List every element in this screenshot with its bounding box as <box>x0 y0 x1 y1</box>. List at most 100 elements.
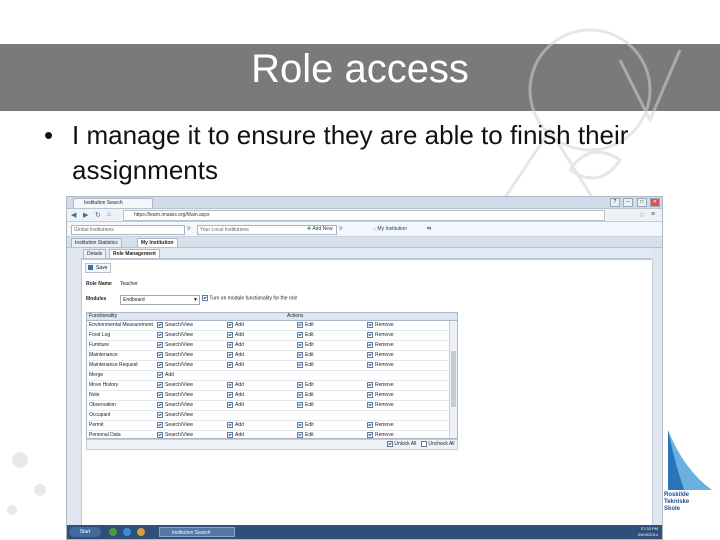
permission-checkbox[interactable]: Search/View <box>157 331 193 340</box>
tab-details[interactable]: Details <box>83 249 107 258</box>
window-controls: ? – □ ✕ <box>608 198 660 207</box>
uncheck-all-option[interactable]: Uncheck All <box>421 440 455 449</box>
tab-institution-statistics[interactable]: Institution Statistics <box>71 238 122 247</box>
local-search-icon[interactable]: ⚲ <box>339 225 343 233</box>
app-tabs: Institution Statistics My Institution <box>67 237 662 248</box>
grid-header-actions: Actions <box>287 313 304 319</box>
permission-checkbox[interactable]: Edit <box>297 431 314 438</box>
permission-checkbox[interactable]: Edit <box>297 421 314 430</box>
browser-tab[interactable]: Institution Search <box>73 198 153 208</box>
permission-checkbox[interactable]: Remove <box>367 321 394 330</box>
taskbar-folder-icon[interactable] <box>137 528 145 536</box>
permission-checkbox[interactable]: Search/View <box>157 431 193 438</box>
taskbar-app-icon[interactable] <box>109 528 117 536</box>
permission-checkbox[interactable]: Add <box>227 401 244 410</box>
permission-checkbox[interactable]: Search/View <box>157 381 193 390</box>
permission-checkbox[interactable]: Search/View <box>157 351 193 360</box>
table-row: Move History Search/View Add Edit Remove <box>87 381 449 391</box>
row-functionality: Food Log <box>89 332 111 338</box>
permission-checkbox[interactable]: Add <box>227 421 244 430</box>
modules-label: Modules <box>86 296 107 302</box>
row-functionality: Personal Data <box>89 432 121 438</box>
add-new-link[interactable]: ✚ Add New <box>307 225 333 233</box>
start-button[interactable]: Start <box>69 527 101 537</box>
bullet-dot-icon: • <box>44 120 54 150</box>
module-toggle[interactable]: Turn on module functionality for the rol… <box>202 295 297 301</box>
permission-checkbox[interactable]: Search/View <box>157 391 193 400</box>
scroll-thumb[interactable] <box>451 351 456 407</box>
permission-checkbox[interactable]: Remove <box>367 351 394 360</box>
grid-header: Functionality Actions <box>87 313 457 321</box>
permission-checkbox[interactable]: Search/View <box>157 401 193 410</box>
permission-checkbox[interactable]: Edit <box>297 331 314 340</box>
permission-checkbox[interactable]: Remove <box>367 401 394 410</box>
permission-checkbox[interactable]: Add <box>227 391 244 400</box>
permission-checkbox[interactable]: Edit <box>297 381 314 390</box>
modules-select[interactable]: Endboard ▼ <box>120 295 200 305</box>
permission-checkbox[interactable]: Remove <box>367 331 394 340</box>
permission-checkbox[interactable]: Search/View <box>157 411 193 420</box>
forward-icon[interactable]: ▶ <box>83 211 88 219</box>
permission-checkbox[interactable]: Search/View <box>157 321 193 330</box>
home-icon[interactable]: ⌂ <box>107 211 111 218</box>
row-functionality: Environmental Measurement <box>89 322 153 328</box>
taskbar-browser-icon[interactable] <box>123 528 131 536</box>
bullet-text: I manage it to ensure they are able to f… <box>72 120 629 185</box>
app-subtabs: Details Role Management <box>81 248 651 259</box>
close-button[interactable]: ✕ <box>650 198 660 207</box>
help-button[interactable]: ? <box>609 198 620 207</box>
tab-my-institution[interactable]: My Institution <box>137 238 178 247</box>
browser-tab-label: Institution Search <box>84 200 123 206</box>
table-row: Personal Data Search/View Add Edit Remove <box>87 431 449 438</box>
my-institution-link[interactable]: ⌂ My Institution <box>373 225 407 233</box>
permission-checkbox[interactable]: Remove <box>367 381 394 390</box>
permission-checkbox[interactable]: Search/View <box>157 421 193 430</box>
maximize-button[interactable]: □ <box>636 198 647 207</box>
permission-checkbox[interactable]: Edit <box>297 321 314 330</box>
row-functionality: Move History <box>89 382 119 388</box>
permission-checkbox[interactable]: Add <box>227 361 244 370</box>
permission-checkbox[interactable]: Edit <box>297 361 314 370</box>
reload-icon[interactable]: ↻ <box>95 211 101 219</box>
permission-checkbox[interactable]: Edit <box>297 341 314 350</box>
unlock-all-option[interactable]: Unlock All <box>387 440 416 449</box>
permission-checkbox[interactable]: Edit <box>297 401 314 410</box>
back-icon[interactable]: ◀ <box>71 211 76 219</box>
permission-checkbox[interactable]: Add <box>227 321 244 330</box>
address-bar[interactable]: https://learn.imaisis.org/Main.aspx <box>123 210 605 221</box>
table-row: Maintenance Request Search/View Add Edit Rem… <box>87 361 449 371</box>
permission-checkbox[interactable]: Add <box>227 331 244 340</box>
taskbar-task[interactable]: Institution Search <box>159 527 235 537</box>
row-functionality: Occupant <box>89 412 111 418</box>
permission-checkbox[interactable]: Add <box>227 351 244 360</box>
menu-icon[interactable]: ≡ <box>651 211 655 218</box>
row-functionality: Note <box>89 392 100 398</box>
permission-checkbox[interactable]: Add <box>227 341 244 350</box>
role-name-label: Role Name <box>86 281 112 287</box>
global-search-input[interactable]: Global Institutions <box>71 225 185 235</box>
permission-checkbox[interactable]: Add <box>157 371 174 380</box>
permission-checkbox[interactable]: Add <box>227 431 244 438</box>
module-toggle-checkbox[interactable] <box>202 295 208 301</box>
minimize-button[interactable]: – <box>623 198 634 207</box>
permission-checkbox[interactable]: Remove <box>367 421 394 430</box>
permission-checkbox[interactable]: Edit <box>297 391 314 400</box>
permission-checkbox[interactable]: Add <box>227 381 244 390</box>
permission-checkbox[interactable]: Remove <box>367 431 394 438</box>
permission-checkbox[interactable]: Remove <box>367 361 394 370</box>
permission-checkbox[interactable]: Remove <box>367 341 394 350</box>
share-icon[interactable]: ⇆ <box>427 225 431 233</box>
search-icon[interactable]: ⚲ <box>187 225 191 233</box>
save-button[interactable]: Save <box>85 263 112 273</box>
embedded-screenshot: Institution Search ? – □ ✕ ◀ ▶ ↻ ⌂ https… <box>66 196 663 540</box>
permission-checkbox[interactable]: Search/View <box>157 361 193 370</box>
permission-checkbox[interactable]: Search/View <box>157 341 193 350</box>
tab-role-management[interactable]: Role Management <box>109 249 160 258</box>
row-functionality: Furniture <box>89 342 110 348</box>
chevron-down-icon: ▼ <box>193 297 198 303</box>
grid-scrollbar[interactable] <box>449 321 457 438</box>
table-row: Environmental Measurement Search/View Add E… <box>87 321 449 331</box>
permission-checkbox[interactable]: Edit <box>297 351 314 360</box>
permission-checkbox[interactable]: Remove <box>367 391 394 400</box>
star-icon[interactable]: ☆ <box>639 211 645 219</box>
